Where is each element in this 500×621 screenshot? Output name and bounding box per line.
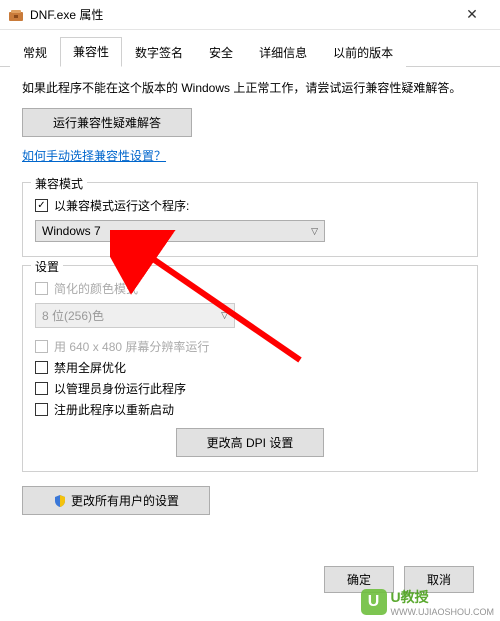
close-icon: ✕ [466,6,478,23]
window-title: DNF.exe 属性 [30,6,452,23]
low-res-checkbox [35,340,48,353]
compat-mode-select[interactable]: Windows 7 ▽ [35,220,325,242]
tab-compatibility[interactable]: 兼容性 [60,37,122,67]
tab-strip: 常规 兼容性 数字签名 安全 详细信息 以前的版本 [0,30,500,67]
watermark-badge-icon: U [361,589,387,615]
tab-general[interactable]: 常规 [10,38,60,67]
low-res-label: 用 640 x 480 屏幕分辨率运行 [54,338,209,355]
color-depth-selected: 8 位(256)色 [42,307,104,324]
disable-fullscreen-label: 禁用全屏优化 [54,359,126,376]
watermark-brand: U教授 [391,589,429,605]
compat-mode-selected: Windows 7 [42,224,101,238]
manual-settings-link[interactable]: 如何手动选择兼容性设置？ [22,147,166,164]
intro-text: 如果此程序不能在这个版本的 Windows 上正常工作，请尝试运行兼容性疑难解答… [22,79,478,98]
disable-fullscreen-checkbox[interactable] [35,361,48,374]
tab-content: 如果此程序不能在这个版本的 Windows 上正常工作，请尝试运行兼容性疑难解答… [0,67,500,523]
all-users-button[interactable]: 更改所有用户的设置 [22,486,210,515]
color-depth-select: 8 位(256)色 ▽ [35,303,235,328]
chevron-down-icon: ▽ [221,310,228,321]
tab-digital-signatures[interactable]: 数字签名 [122,38,196,67]
settings-group-title: 设置 [31,258,63,275]
compat-mode-checkbox[interactable] [35,199,48,212]
watermark-url: WWW.UJIAOSHOU.COM [391,607,495,617]
run-as-admin-checkbox[interactable] [35,382,48,395]
chevron-down-icon: ▽ [311,226,318,237]
reduced-color-checkbox [35,282,48,295]
dpi-settings-button[interactable]: 更改高 DPI 设置 [176,428,325,457]
register-restart-checkbox[interactable] [35,403,48,416]
app-icon [8,7,24,23]
compat-mode-group: 兼容模式 以兼容模式运行这个程序: Windows 7 ▽ [22,182,478,257]
reduced-color-label: 简化的颜色模式 [54,280,138,297]
tab-previous-versions[interactable]: 以前的版本 [320,38,406,67]
compat-mode-group-title: 兼容模式 [31,175,87,192]
tab-security[interactable]: 安全 [196,38,246,67]
watermark: U U教授 WWW.UJIAOSHOU.COM [361,587,495,617]
shield-icon [53,494,67,508]
troubleshoot-button[interactable]: 运行兼容性疑难解答 [22,108,192,137]
compat-mode-label: 以兼容模式运行这个程序: [54,197,189,214]
titlebar: DNF.exe 属性 ✕ [0,0,500,30]
run-as-admin-label: 以管理员身份运行此程序 [54,380,186,397]
settings-group: 设置 简化的颜色模式 8 位(256)色 ▽ 用 640 x 480 屏幕分辨率… [22,265,478,472]
close-button[interactable]: ✕ [452,0,492,30]
register-restart-label: 注册此程序以重新启动 [54,401,174,418]
tab-details[interactable]: 详细信息 [246,38,320,67]
